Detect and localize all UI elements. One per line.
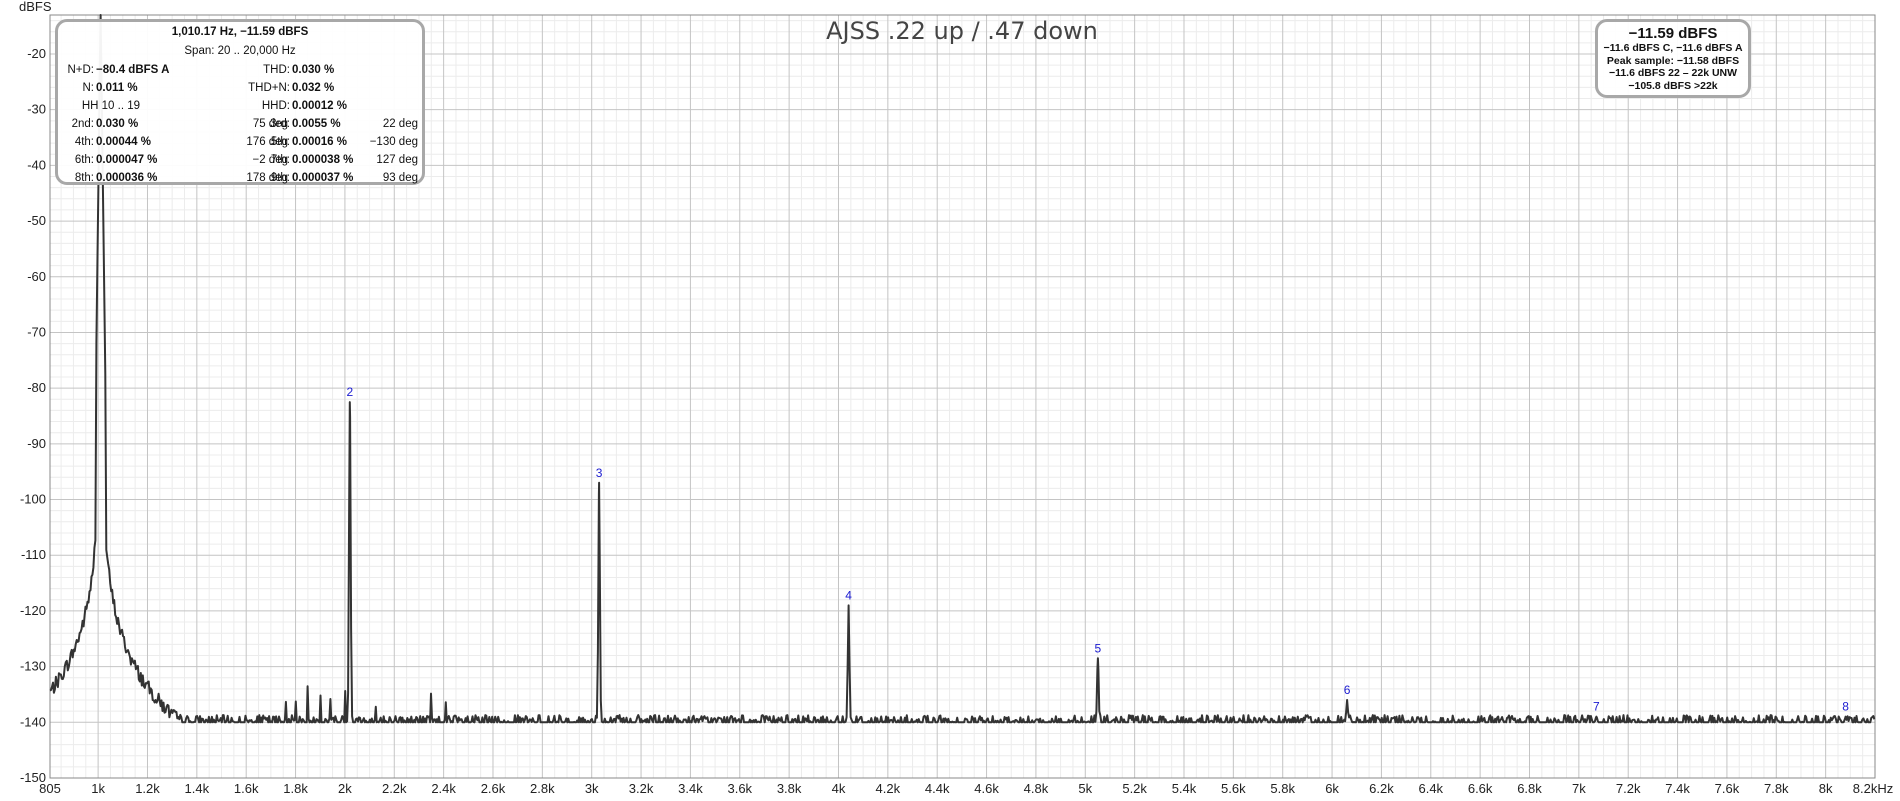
x-tick-label: 5k [1078, 781, 1092, 796]
y-tick-label: -120 [20, 603, 46, 618]
y-tick-label: -140 [20, 714, 46, 729]
level-line: −11.6 dBFS 22 – 22k UNW [1608, 67, 1738, 79]
n-plus-d-value: −80.4 dBFS A [96, 64, 170, 76]
x-axis-ticks: 805 1k 1.2k 1.4k 1.6k 1.8k 2k 2.2k 2.4k 2.6k 2.8k 3… [39, 781, 1833, 796]
x-tick-label: 5.8k [1270, 781, 1295, 796]
harmonic-label: 7th: [270, 154, 290, 166]
hhd-label: HHD: [261, 100, 290, 112]
n-label: N: [82, 82, 95, 94]
level-main: −11.59 dBFS [1628, 25, 1718, 42]
x-tick-label: 1.4k [185, 781, 210, 796]
harmonic-label: 4th: [74, 136, 94, 148]
x-tick-label: 7.8k [1764, 781, 1789, 796]
harmonic-value: 0.00044 % [96, 136, 151, 148]
thd-n-label: THD+N: [248, 82, 290, 94]
harmonic-marker-label: 3 [596, 466, 603, 480]
span-readout: Span: 20 .. 20,000 Hz [184, 45, 296, 57]
x-tick-label: 5.2k [1122, 781, 1147, 796]
x-tick-label: 4.4k [925, 781, 950, 796]
x-tick-label: 1.6k [234, 781, 259, 796]
harmonic-label: 9th: [270, 172, 290, 184]
harmonic-marker-label: 2 [347, 385, 354, 399]
harmonic-marker-label: 5 [1095, 641, 1102, 655]
harmonic-phase: −130 deg [369, 136, 418, 148]
chart-title: AJSS .22 up / .47 down [826, 17, 1098, 45]
x-tick-label: 3.6k [727, 781, 752, 796]
harmonic-marker-label: 4 [845, 588, 852, 602]
y-tick-label: -60 [27, 269, 46, 284]
x-tick-label: 7k [1572, 781, 1586, 796]
thd-label: THD: [263, 64, 290, 76]
harmonic-label: 2nd: [71, 118, 94, 130]
x-tick-label: 1.8k [283, 781, 308, 796]
level-line: −105.8 dBFS >22k [1628, 79, 1718, 92]
y-tick-label: -80 [27, 380, 46, 395]
x-tick-label: 4.2k [876, 781, 901, 796]
hhd-value: 0.00012 % [292, 100, 347, 112]
x-axis-unit-label: 8.2kHz [1853, 781, 1893, 796]
x-tick-label: 1.2k [135, 781, 160, 796]
level-line: Peak sample: −11.58 dBFS [1606, 54, 1740, 67]
x-tick-label: 6.4k [1418, 781, 1443, 796]
harmonic-label: 6th: [74, 154, 94, 166]
x-tick-label: 3.2k [629, 781, 654, 796]
harmonic-marker-label: 7 [1593, 700, 1600, 714]
y-tick-label: -20 [27, 46, 46, 61]
distortion-info-panel[interactable]: 1,010.17 Hz, −11.59 dBFS Span: 20 .. 20,… [55, 19, 425, 185]
y-tick-label: -90 [27, 436, 46, 451]
x-tick-label: 7.6k [1715, 781, 1740, 796]
harmonic-marker-label: 6 [1344, 683, 1351, 697]
x-tick-label: 4k [832, 781, 846, 796]
harmonic-label: 3rd: [270, 118, 290, 130]
n-value: 0.011 % [96, 82, 138, 94]
y-tick-label: -50 [27, 213, 46, 228]
y-tick-label: -100 [20, 492, 46, 507]
x-tick-label: 2k [338, 781, 352, 796]
x-tick-label: 3k [585, 781, 599, 796]
y-tick-label: -130 [20, 659, 46, 674]
fundamental-readout: 1,010.17 Hz, −11.59 dBFS [171, 26, 309, 38]
x-tick-label: 3.4k [678, 781, 703, 796]
x-tick-label: 5.6k [1221, 781, 1246, 796]
x-tick-label: 8k [1819, 781, 1833, 796]
harmonic-value: 0.000047 % [96, 154, 158, 166]
level-readout-panel[interactable]: −11.59 dBFS −11.6 dBFS C, −11.6 dBFS A P… [1595, 19, 1751, 98]
x-tick-label: 2.2k [382, 781, 407, 796]
thd-n-value: 0.032 % [292, 82, 335, 94]
x-tick-label: 7.4k [1665, 781, 1690, 796]
x-tick-label: 6.6k [1468, 781, 1493, 796]
y-axis-label: dBFS [19, 0, 52, 14]
y-tick-label: -70 [27, 324, 46, 339]
y-tick-label: -110 [21, 547, 46, 562]
x-tick-label: 805 [39, 781, 61, 796]
x-tick-label: 4.8k [1024, 781, 1049, 796]
harmonic-marker-label: 8 [1842, 700, 1849, 714]
level-line: −11.6 dBFS C, −11.6 dBFS A [1603, 42, 1743, 54]
x-tick-label: 2.6k [481, 781, 506, 796]
harmonic-value: 0.0055 % [292, 118, 341, 130]
harmonic-value: 0.000036 % [96, 172, 158, 184]
y-axis-ticks: -20 -30 -40 -50 -60 -70 -80 -90 -100 -110 -120 -130… [20, 46, 46, 785]
x-tick-label: 6.8k [1517, 781, 1542, 796]
x-tick-label: 5.4k [1172, 781, 1197, 796]
harmonic-label: 8th: [74, 172, 94, 184]
y-tick-label: -30 [27, 102, 46, 117]
x-tick-label: 2.8k [530, 781, 555, 796]
harmonic-value: 0.030 % [96, 118, 139, 130]
x-tick-label: 4.6k [974, 781, 999, 796]
x-tick-label: 7.2k [1616, 781, 1641, 796]
x-tick-label: 3.8k [777, 781, 802, 796]
harmonic-label: 5th: [270, 136, 290, 148]
x-tick-label: 6k [1325, 781, 1339, 796]
n-plus-d-label: N+D: [67, 64, 94, 76]
y-tick-label: -40 [27, 157, 46, 172]
harmonic-phase: 127 deg [376, 154, 418, 166]
x-tick-label: 2.4k [431, 781, 456, 796]
harmonic-phase: 93 deg [382, 172, 418, 184]
x-tick-label: 1k [91, 781, 105, 796]
harmonic-phase: 22 deg [382, 118, 418, 130]
thd-value: 0.030 % [292, 64, 335, 76]
hh-range: HH 10 .. 19 [81, 100, 140, 112]
x-tick-label: 6.2k [1369, 781, 1394, 796]
